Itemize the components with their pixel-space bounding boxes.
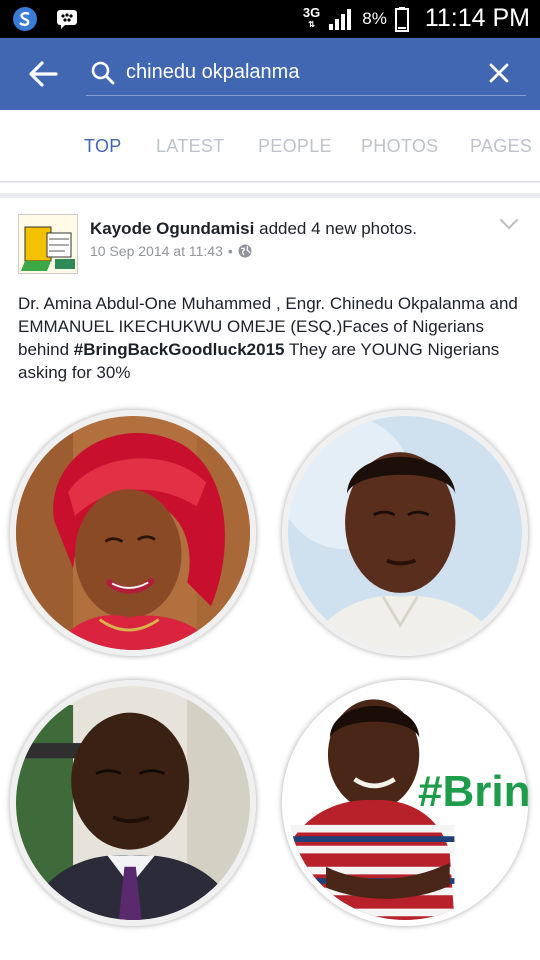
app-notification-icon [13, 7, 37, 31]
tab-top[interactable]: TOP [84, 136, 122, 157]
clock: 11:14 PM [424, 4, 530, 32]
portrait-man-suit [16, 686, 250, 920]
back-arrow-icon[interactable] [26, 58, 60, 90]
tab-pages[interactable]: PAGES [470, 136, 532, 157]
photo-2[interactable] [272, 402, 540, 668]
author-name[interactable]: Kayode Ogundamisi [90, 219, 254, 238]
photo-1[interactable] [0, 402, 268, 668]
photo-circle [282, 410, 528, 656]
globe-icon [238, 244, 252, 258]
post-text: Dr. Amina Abdul-One Muhammed , Engr. Chi… [18, 292, 528, 384]
network-type: 3G ⇅ [302, 4, 321, 29]
previous-post-fragment: ​ [0, 183, 540, 193]
avatar[interactable] [18, 214, 78, 274]
chevron-down-icon[interactable] [498, 216, 520, 232]
photo-4[interactable]: #Brin [272, 672, 540, 938]
portrait-man-white-attire [288, 416, 522, 650]
photo-grid: #Brin [0, 402, 540, 940]
blackberry-messenger-icon [57, 10, 77, 29]
post-footer-fragment: ​ [0, 948, 540, 960]
close-icon[interactable] [484, 58, 514, 88]
post-timestamp[interactable]: 10 Sep 2014 at 11:43 [90, 243, 223, 259]
search-query[interactable]: chinedu okpalanma [126, 61, 299, 84]
tab-latest[interactable]: LATEST [156, 136, 224, 157]
tab-people[interactable]: PEOPLE [258, 136, 332, 157]
status-bar: 3G ⇅ 8% 11:14 PM [0, 0, 540, 38]
photo-3[interactable] [0, 672, 268, 938]
post-card: Kayode Ogundamisi added 4 new photos. 10… [0, 198, 540, 960]
post-action: added 4 new photos. [259, 219, 417, 238]
search-icon [91, 61, 115, 85]
battery-icon [394, 6, 409, 32]
search-input[interactable]: chinedu okpalanma [86, 52, 526, 96]
hashtag-link[interactable]: #BringBackGoodluck2015 [74, 340, 285, 359]
signal-icon [329, 8, 352, 30]
battery-percent: 8% [362, 8, 387, 28]
meta-separator: • [227, 243, 233, 259]
photo-banner-text: #Brin [418, 767, 531, 816]
tab-photos[interactable]: PHOTOS [361, 136, 438, 157]
post-meta: 10 Sep 2014 at 11:43 • [90, 243, 252, 259]
portrait-woman-red-headwrap [16, 416, 250, 650]
search-header: chinedu okpalanma [0, 38, 540, 110]
search-tabs: TOP LATEST PEOPLE PHOTOS PAGES [0, 110, 540, 182]
photo-circle [10, 410, 256, 656]
post-header-line: Kayode Ogundamisi added 4 new photos. [90, 219, 417, 239]
photo-circle [10, 680, 256, 926]
